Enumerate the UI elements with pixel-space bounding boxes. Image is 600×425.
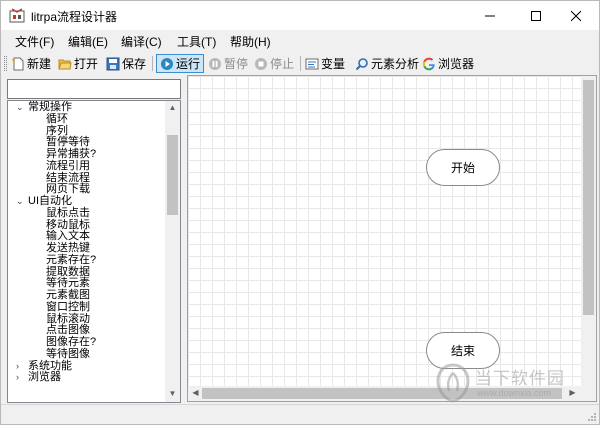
toolbar-separator <box>152 56 153 71</box>
activity-search-input[interactable] <box>7 79 181 99</box>
google-g-icon <box>422 57 435 70</box>
close-icon <box>571 10 581 21</box>
watermark-logo-icon <box>436 363 470 403</box>
tree-group-label: 浏览器 <box>28 371 61 384</box>
watermark: 当下软件园 www.downxia.com <box>435 361 585 406</box>
variable-label: 变量 <box>321 57 346 71</box>
toolbar-grip[interactable] <box>4 56 7 71</box>
scroll-up-arrow-icon[interactable]: ▲ <box>168 103 177 113</box>
canvas-vertical-scrollbar[interactable] <box>581 76 596 387</box>
minimize-icon <box>485 15 495 16</box>
stop-icon <box>255 57 267 70</box>
element-analysis-button[interactable]: 元素分析 <box>355 54 419 73</box>
window-title: litrpa流程设计器 <box>31 10 118 24</box>
pause-button[interactable]: 暂停 <box>208 54 248 73</box>
run-label: 运行 <box>176 57 201 71</box>
save-label: 保存 <box>122 57 147 71</box>
stop-label: 停止 <box>270 57 295 71</box>
magnifier-icon <box>355 57 368 70</box>
save-button[interactable]: 保存 <box>106 54 146 73</box>
new-button[interactable]: 新建 <box>11 54 51 73</box>
watermark-sub-text: www.downxia.com <box>477 388 552 398</box>
watermark-main-text: 当下软件园 <box>475 369 565 388</box>
pause-label: 暂停 <box>224 57 249 71</box>
close-button[interactable] <box>553 1 599 30</box>
flow-canvas[interactable]: 开始 结束 ◀ ▶ <box>187 75 597 402</box>
new-file-icon <box>12 57 24 70</box>
canvas-grid[interactable] <box>188 76 582 387</box>
app-window: litrpa流程设计器 文件(F) 编辑(E) 编译(C) 工具(T) 帮助(H… <box>0 0 600 425</box>
tree-vertical-scrollbar[interactable]: ▲ ▼ <box>165 101 180 402</box>
open-button[interactable]: 打开 <box>58 54 98 73</box>
end-node-label: 结束 <box>450 344 475 358</box>
canvas-vscroll-thumb[interactable] <box>583 80 594 315</box>
title-bar[interactable]: litrpa流程设计器 <box>1 1 599 30</box>
activity-panel: ⌄ 常规操作 循环 序列 暂停等待 异常捕获? 流程引用 结束流程 网页下载 ⌄ UI自动化 鼠标点击… <box>4 76 184 403</box>
menu-file[interactable]: 文件(F) <box>15 33 54 50</box>
resize-grip-icon[interactable] <box>587 412 597 422</box>
tree-expanded-chevron-icon[interactable]: ⌄ <box>16 101 25 114</box>
menu-bar: 文件(F) 编辑(E) 编译(C) 工具(T) 帮助(H) <box>1 30 599 52</box>
scroll-left-arrow-icon[interactable]: ◀ <box>191 388 200 398</box>
variable-icon <box>305 58 319 69</box>
tree-collapsed-chevron-icon[interactable]: › <box>16 371 25 384</box>
play-icon <box>161 57 173 70</box>
maximize-icon <box>531 10 541 21</box>
pause-icon <box>209 57 221 70</box>
start-node[interactable]: 开始 <box>426 149 500 186</box>
folder-open-icon <box>58 59 72 69</box>
save-icon <box>106 57 120 70</box>
run-button[interactable]: 运行 <box>156 54 205 73</box>
scroll-down-arrow-icon[interactable]: ▼ <box>168 389 177 399</box>
toolbar: 新建 打开 保存 运行 暂停 停止 变量 元素分析 浏览器 <box>1 52 599 74</box>
stop-button[interactable]: 停止 <box>254 54 294 73</box>
variable-button[interactable]: 变量 <box>305 54 345 73</box>
activity-tree[interactable]: ⌄ 常规操作 循环 序列 暂停等待 异常捕获? 流程引用 结束流程 网页下载 ⌄ UI自动化 鼠标点击… <box>7 100 181 403</box>
menu-edit[interactable]: 编辑(E) <box>68 33 108 50</box>
menu-help[interactable]: 帮助(H) <box>230 33 271 50</box>
element-analysis-label: 元素分析 <box>371 57 420 71</box>
browser-button[interactable]: 浏览器 <box>422 54 474 73</box>
tree-scroll-thumb[interactable] <box>167 135 178 215</box>
menu-compile[interactable]: 编译(C) <box>121 33 162 50</box>
tree-expanded-chevron-icon[interactable]: ⌄ <box>16 195 25 208</box>
menu-tools[interactable]: 工具(T) <box>177 33 216 50</box>
minimize-button[interactable] <box>467 1 513 30</box>
start-node-label: 开始 <box>450 161 475 175</box>
status-bar <box>1 404 599 424</box>
browser-label: 浏览器 <box>438 57 475 71</box>
new-label: 新建 <box>27 57 52 71</box>
toolbar-separator <box>300 56 301 71</box>
app-logo-icon <box>9 8 25 23</box>
open-label: 打开 <box>74 57 99 71</box>
